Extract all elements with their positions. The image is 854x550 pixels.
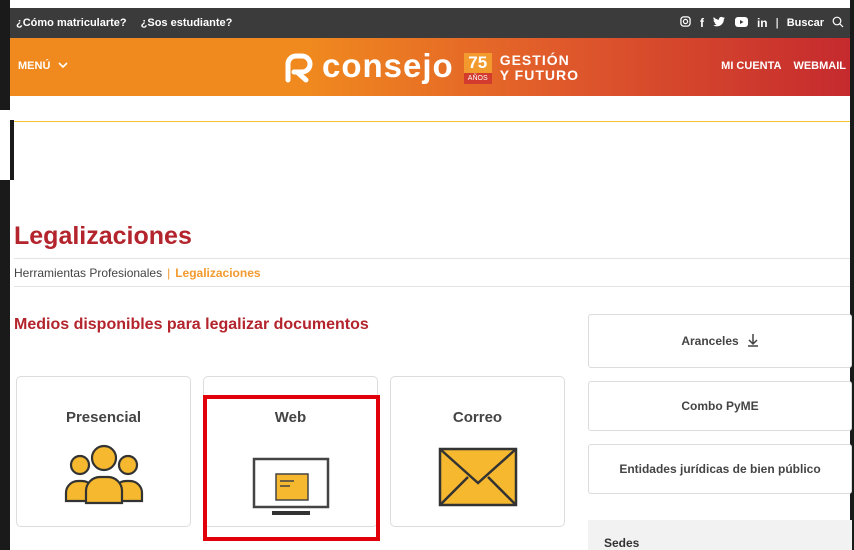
aranceles-label: Aranceles xyxy=(681,334,739,348)
logo-slogan: GESTIÓN Y FUTURO xyxy=(500,53,579,83)
consejo-logo-icon xyxy=(282,52,314,84)
card-label: Presencial xyxy=(65,409,142,426)
instagram-icon[interactable] xyxy=(680,16,691,30)
nav-mi-cuenta[interactable]: MI CUENTA xyxy=(721,60,781,72)
aranceles-button[interactable]: Aranceles xyxy=(588,314,852,368)
facebook-icon[interactable]: f xyxy=(700,16,704,30)
card-correo[interactable]: Correo xyxy=(390,376,565,527)
breadcrumb-separator: | xyxy=(167,266,171,280)
left-edge-mid xyxy=(10,120,14,180)
divider xyxy=(14,258,850,259)
slogan-line2: Y FUTURO xyxy=(499,67,580,83)
envelope-icon xyxy=(438,447,518,512)
social-links: f in xyxy=(680,16,768,30)
sedes-panel: Sedes xyxy=(588,520,852,550)
breadcrumb-parent[interactable]: Herramientas Profesionales xyxy=(14,266,162,280)
anniversary-label: AÑOS xyxy=(463,72,492,84)
combo-pyme-button[interactable]: Combo PyME xyxy=(588,381,852,431)
selection-highlight xyxy=(203,395,380,541)
logo-text: consejo xyxy=(322,47,454,84)
site-logo[interactable]: consejo 75 AÑOS GESTIÓN Y FUTURO xyxy=(282,46,579,90)
breadcrumb-current: Legalizaciones xyxy=(175,266,261,280)
top-bar: ¿Cómo matricularte? ¿Sos estudiante? f i… xyxy=(10,8,850,38)
breadcrumb: Herramientas Profesionales | Legalizacio… xyxy=(14,266,261,280)
menu-button[interactable]: MENÚ xyxy=(18,60,68,72)
chevron-down-icon xyxy=(58,60,68,72)
linkedin-icon[interactable]: in xyxy=(757,16,768,30)
search-icon[interactable] xyxy=(832,16,844,31)
menu-label: MENÚ xyxy=(18,60,51,72)
search-label[interactable]: Buscar xyxy=(787,17,824,29)
link-como-matricularte[interactable]: ¿Cómo matricularte? xyxy=(16,17,127,29)
anniversary-number: 75 xyxy=(463,52,492,73)
twitter-icon[interactable] xyxy=(712,16,726,30)
entidades-button[interactable]: Entidades jurídicas de bien público xyxy=(588,444,852,494)
left-edge xyxy=(0,0,10,110)
divider: | xyxy=(775,17,779,29)
card-label: Correo xyxy=(452,409,503,426)
link-sos-estudiante[interactable]: ¿Sos estudiante? xyxy=(141,17,233,29)
anniversary-badge: 75 AÑOS xyxy=(463,52,492,84)
people-icon xyxy=(64,443,144,510)
left-edge-bottom xyxy=(0,180,10,550)
youtube-icon[interactable] xyxy=(734,16,748,30)
divider xyxy=(14,286,850,287)
download-arrow-icon xyxy=(747,333,759,350)
site-header: MENÚ consejo 75 AÑOS GESTIÓN Y FUTURO MI… xyxy=(10,38,850,96)
slogan-line1: GESTIÓN xyxy=(499,52,570,68)
divider-line xyxy=(14,121,850,122)
entidades-label: Entidades jurídicas de bien público xyxy=(619,462,821,476)
section-title: Medios disponibles para legalizar docume… xyxy=(14,316,369,333)
nav-webmail[interactable]: WEBMAIL xyxy=(793,60,846,72)
card-presencial[interactable]: Presencial xyxy=(16,376,191,527)
sedes-title: Sedes xyxy=(604,536,640,550)
combo-pyme-label: Combo PyME xyxy=(681,399,759,413)
page-title: Legalizaciones xyxy=(14,222,192,250)
